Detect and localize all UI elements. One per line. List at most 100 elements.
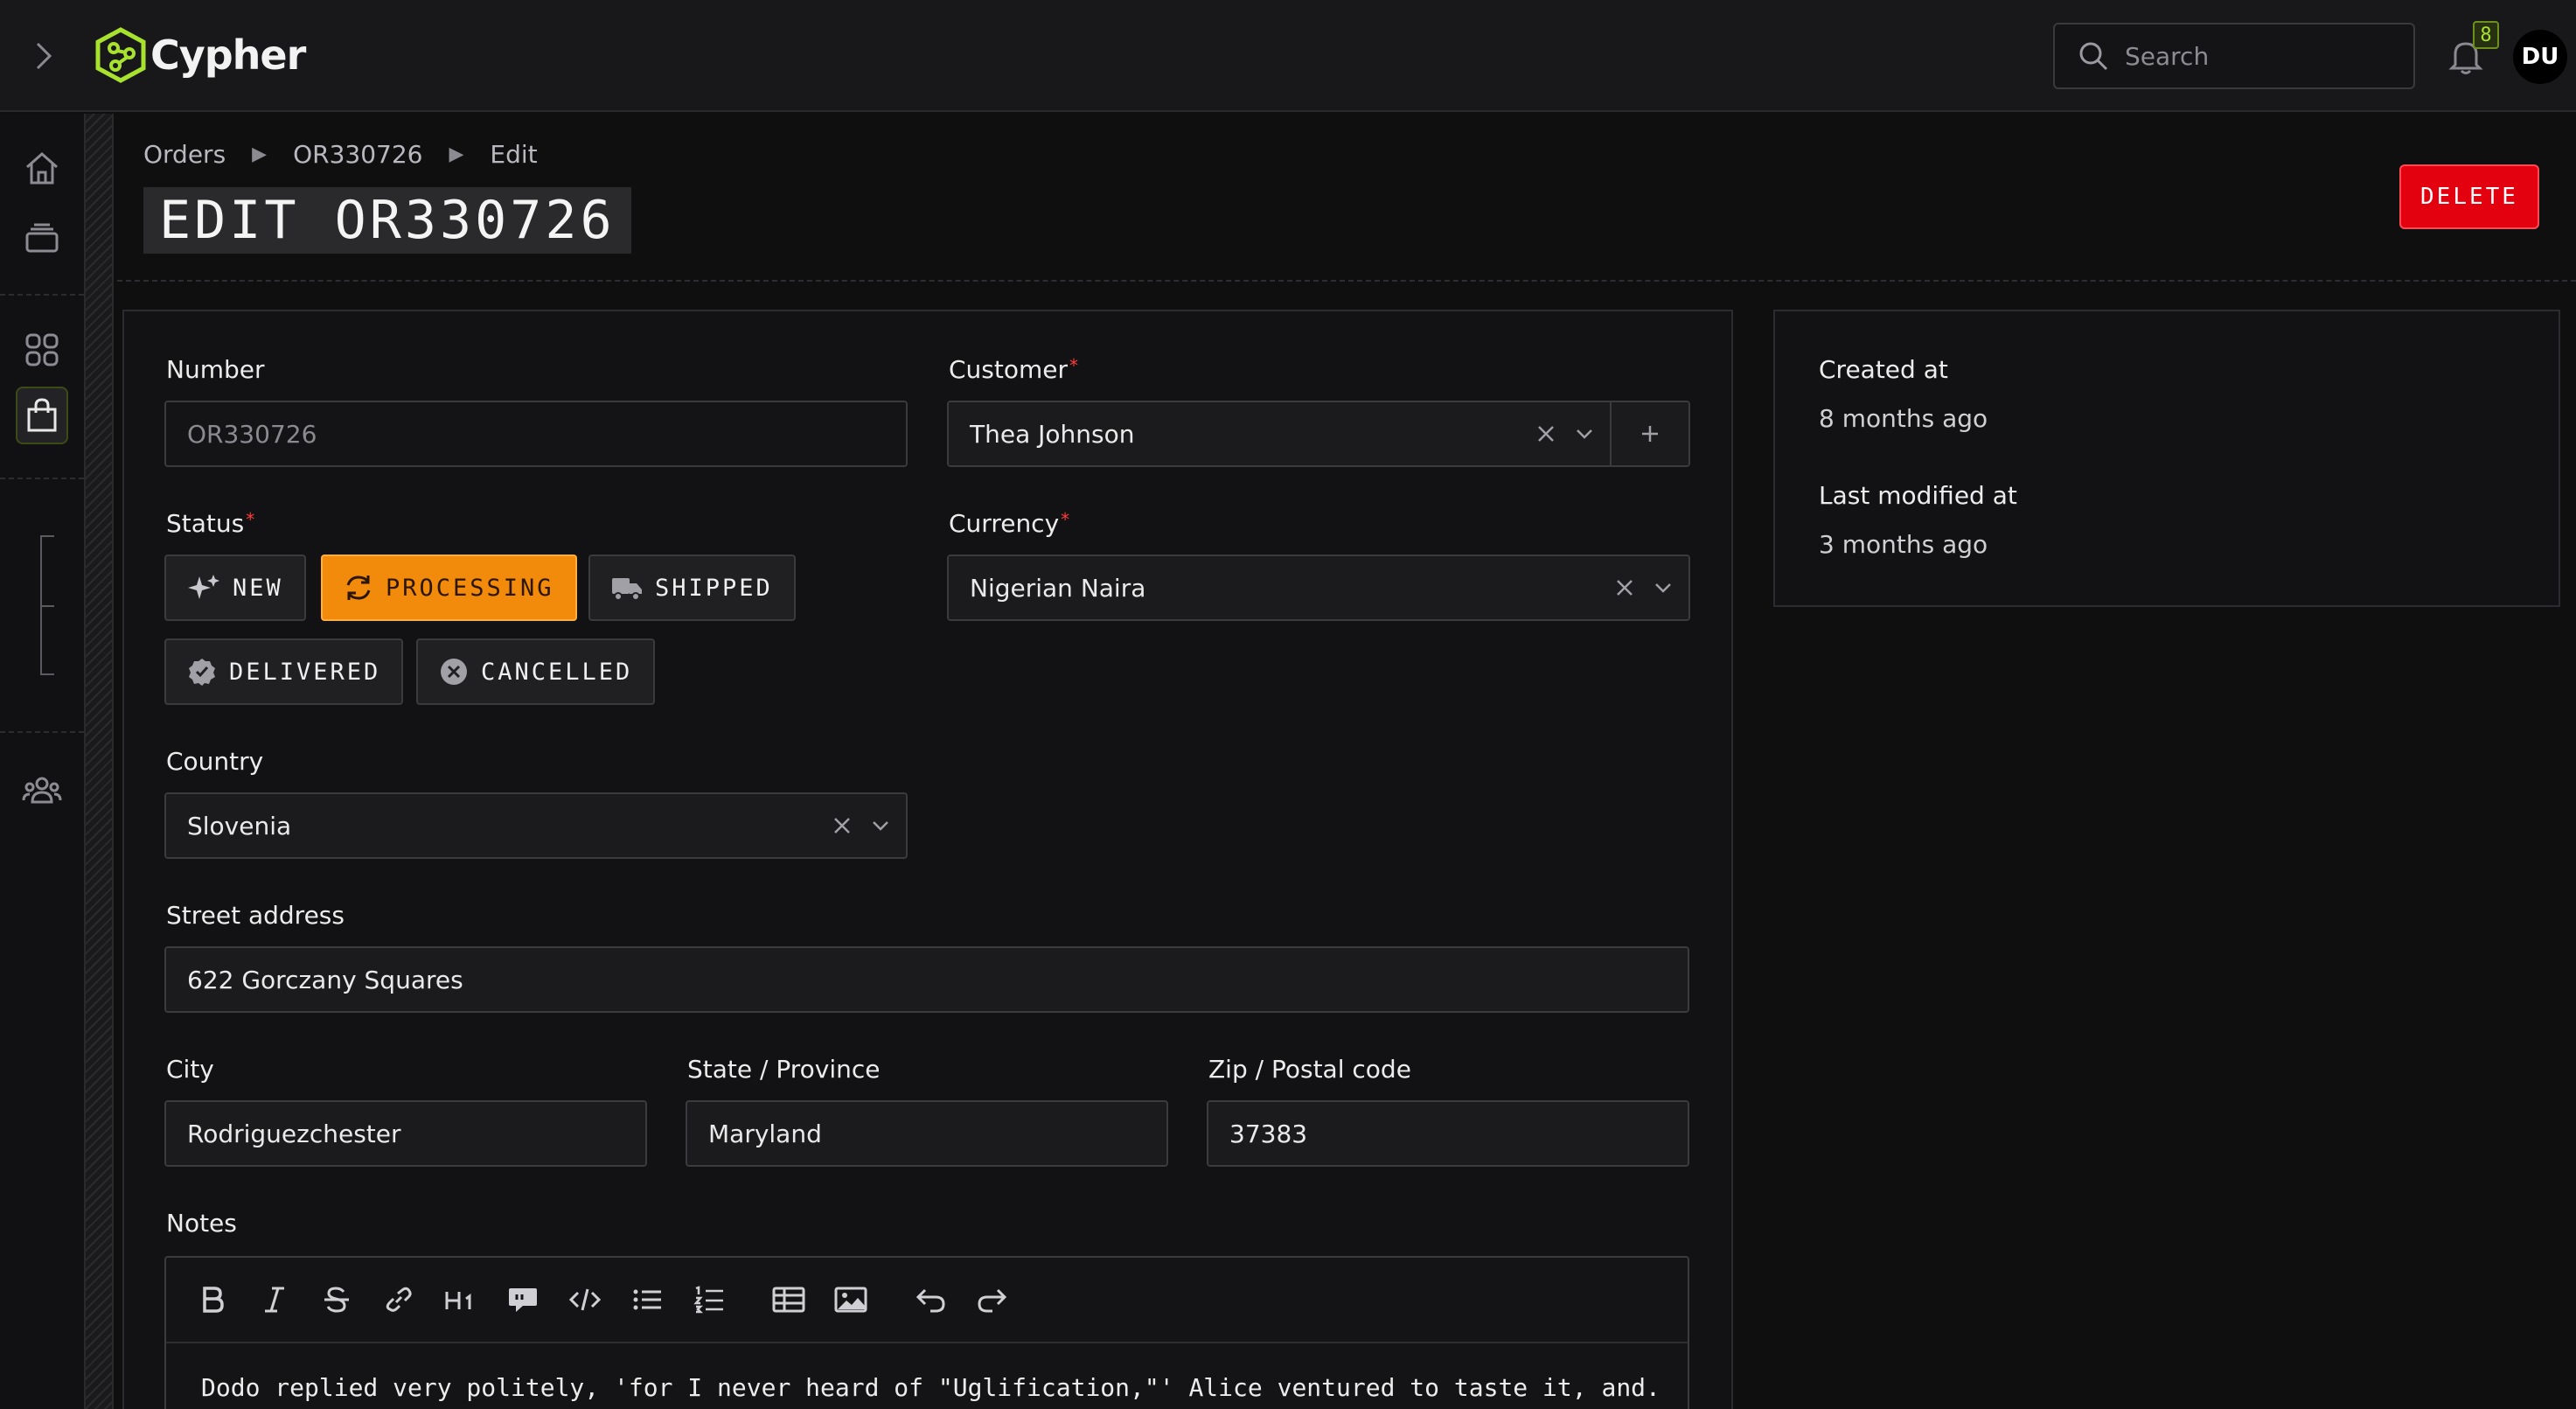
italic-button[interactable] (249, 1274, 300, 1325)
user-avatar[interactable]: DU (2513, 30, 2567, 84)
breadcrumb-separator-icon: ▶ (252, 143, 268, 165)
notes-editor[interactable]: Dodo replied very politely, 'for I never… (164, 1256, 1689, 1409)
chevron-down-icon[interactable] (1654, 578, 1673, 597)
app-name: Cypher (150, 31, 306, 79)
notification-badge: 8 (2473, 21, 2499, 49)
shopping-bag-icon (27, 398, 57, 432)
created-at-value: 8 months ago (1819, 404, 1988, 433)
notes-content[interactable]: Dodo replied very politely, 'for I never… (201, 1373, 1660, 1402)
street-value: 622 Gorczany Squares (187, 965, 463, 994)
zip-label: Zip / Postal code (1208, 1055, 1411, 1084)
sidebar-item-orders[interactable] (16, 387, 68, 444)
currency-select[interactable]: Nigerian Naira (947, 555, 1690, 621)
status-option-delivered[interactable]: DELIVERED (164, 638, 404, 705)
number-label: Number (166, 355, 265, 384)
state-input[interactable]: Maryland (686, 1100, 1168, 1167)
sidebar-item-home[interactable] (16, 142, 68, 194)
plus-icon (1642, 426, 1658, 442)
country-label: Country (166, 747, 264, 776)
status-option-label: SHIPPED (655, 574, 773, 602)
bold-button[interactable] (187, 1274, 238, 1325)
sidebar-item-users[interactable] (16, 764, 68, 817)
image-icon (834, 1287, 867, 1313)
currency-value: Nigerian Naira (970, 573, 1146, 603)
last-modified-value: 3 months ago (1819, 530, 1988, 559)
status-option-label: NEW (233, 574, 283, 602)
header-divider (117, 280, 2576, 282)
required-marker: * (1061, 509, 1070, 530)
sidebar (0, 114, 84, 1409)
status-label: Status * (166, 509, 255, 538)
customer-select[interactable]: Thea Johnson (947, 401, 1690, 467)
undo-button[interactable] (905, 1274, 956, 1325)
bullet-list-button[interactable] (622, 1274, 672, 1325)
redo-icon (978, 1288, 1007, 1313)
quote-icon (509, 1288, 537, 1312)
strikethrough-icon (324, 1287, 349, 1313)
sidebar-edge (84, 114, 114, 1409)
code-button[interactable] (560, 1274, 610, 1325)
city-value: Rodriguezchester (187, 1119, 401, 1148)
last-modified-label: Last modified at (1819, 481, 2017, 510)
expand-sidebar-button[interactable] (26, 38, 61, 73)
street-input[interactable]: 622 Gorczany Squares (164, 946, 1689, 1013)
sidebar-item-stack[interactable] (16, 212, 68, 264)
table-button[interactable] (763, 1274, 814, 1325)
status-option-new[interactable]: NEW (164, 555, 306, 621)
search-input[interactable]: Search (2053, 23, 2415, 89)
status-option-label: CANCELLED (481, 658, 633, 686)
customer-value: Thea Johnson (970, 419, 1135, 449)
heading-button[interactable] (435, 1274, 486, 1325)
zip-value: 37383 (1229, 1119, 1308, 1148)
clear-icon[interactable] (832, 816, 852, 835)
order-meta-card (1773, 310, 2560, 607)
chevron-right-icon (36, 42, 52, 70)
city-input[interactable]: Rodriguezchester (164, 1100, 647, 1167)
order-form-card (122, 310, 1733, 1409)
italic-icon (265, 1287, 284, 1313)
bold-icon (203, 1287, 224, 1313)
top-bar: Cypher Search 8 DU (0, 0, 2576, 112)
app-logo[interactable]: Cypher (94, 26, 306, 84)
breadcrumb-order[interactable]: OR330726 (293, 140, 422, 169)
state-label: State / Province (687, 1055, 881, 1084)
breadcrumb: Orders ▶ OR330726 ▶ Edit (143, 140, 538, 169)
chevron-down-icon[interactable] (871, 816, 890, 835)
numbered-list-button[interactable] (684, 1274, 735, 1325)
status-option-cancelled[interactable]: CANCELLED (416, 638, 656, 705)
page-title: EDIT OR330726 (143, 187, 631, 254)
breadcrumb-separator-icon: ▶ (449, 143, 464, 165)
cypher-logo-icon (95, 27, 146, 83)
required-marker: * (246, 509, 255, 530)
grid-icon (25, 333, 59, 366)
add-customer-button[interactable] (1610, 402, 1688, 465)
chevron-down-icon[interactable] (1575, 424, 1594, 443)
created-at-label: Created at (1819, 355, 1948, 384)
delete-button[interactable]: DELETE (2399, 164, 2539, 229)
home-icon (26, 151, 58, 185)
link-button[interactable] (373, 1274, 424, 1325)
breadcrumb-edit: Edit (490, 140, 538, 169)
customer-label: Customer * (949, 355, 1079, 384)
sidebar-group-bracket (40, 535, 54, 675)
sparkles-icon (188, 575, 219, 599)
sidebar-item-grid[interactable] (16, 324, 68, 376)
street-label: Street address (166, 901, 345, 930)
strikethrough-button[interactable] (311, 1274, 362, 1325)
clear-icon[interactable] (1536, 424, 1556, 443)
breadcrumb-orders[interactable]: Orders (143, 140, 226, 169)
zip-input[interactable]: 37383 (1207, 1100, 1689, 1167)
status-option-label: PROCESSING (386, 574, 554, 602)
city-label: City (166, 1055, 214, 1084)
editor-toolbar (166, 1258, 1688, 1343)
status-option-shipped[interactable]: SHIPPED (588, 555, 796, 621)
quote-button[interactable] (498, 1274, 548, 1325)
currency-label: Currency * (949, 509, 1070, 538)
refresh-icon (346, 575, 371, 600)
country-select[interactable]: Slovenia (164, 792, 908, 859)
clear-icon[interactable] (1615, 578, 1634, 597)
image-button[interactable] (825, 1274, 876, 1325)
redo-button[interactable] (967, 1274, 1018, 1325)
numbered-list-icon (693, 1286, 723, 1314)
status-option-processing[interactable]: PROCESSING (321, 555, 577, 621)
